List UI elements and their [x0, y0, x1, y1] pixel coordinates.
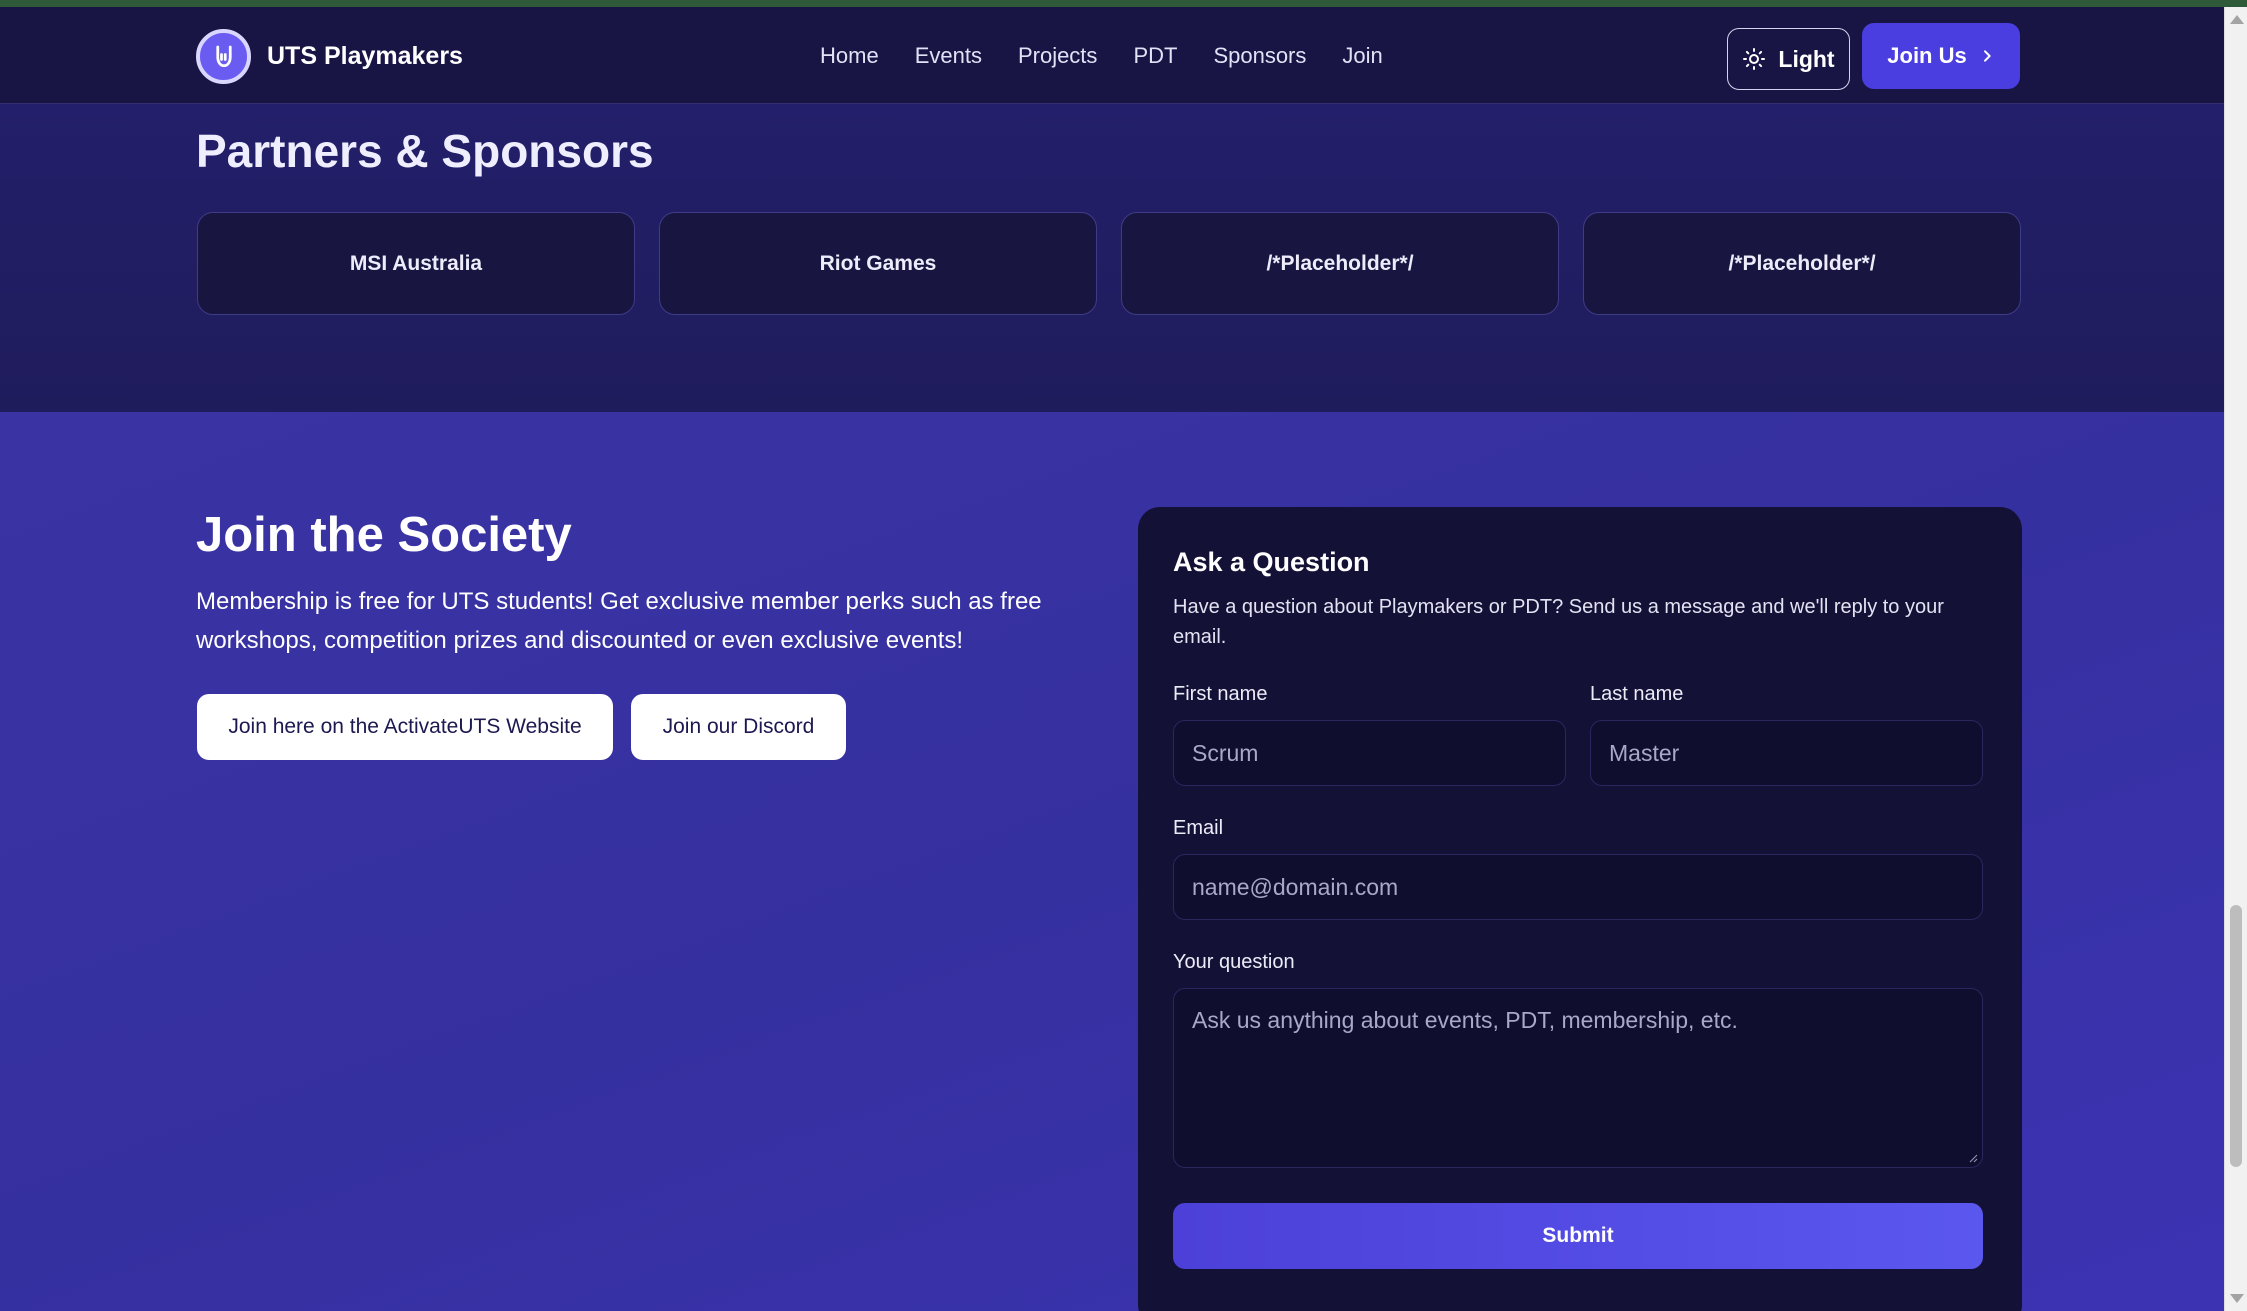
first-name-label: First name	[1173, 683, 1268, 705]
question-placeholder: Ask us anything about events, PDT, membe…	[1192, 1007, 1738, 1033]
sponsor-name: /*Placeholder*/	[1728, 251, 1876, 275]
sun-icon	[1743, 48, 1766, 70]
discord-button-label: Join our Discord	[662, 715, 815, 738]
sponsor-name: Riot Games	[819, 251, 937, 275]
sponsor-card[interactable]: MSI Australia	[197, 212, 635, 315]
sponsor-card[interactable]: /*Placeholder*/	[1583, 212, 2021, 315]
question-label: Your question	[1173, 951, 1295, 973]
submit-button[interactable]: Submit	[1173, 1203, 1983, 1269]
email-placeholder: name@domain.com	[1192, 873, 1399, 900]
activateuts-button-label: Join here on the ActivateUTS Website	[228, 715, 582, 738]
nav-events[interactable]: Events	[915, 43, 982, 69]
discord-button[interactable]: Join our Discord	[631, 694, 846, 760]
form-description: Have a question about Playmakers or PDT?…	[1173, 596, 1944, 648]
activateuts-button[interactable]: Join here on the ActivateUTS Website	[197, 694, 613, 760]
first-name-placeholder: Scrum	[1192, 739, 1259, 766]
theme-toggle-label: Light	[1778, 45, 1835, 72]
scroll-up-arrow-icon[interactable]	[2230, 15, 2244, 24]
question-textarea[interactable]: Ask us anything about events, PDT, membe…	[1173, 988, 1983, 1168]
question-form: Ask a Question Have a question about Pla…	[1138, 507, 2022, 1311]
nav-sponsors[interactable]: Sponsors	[1213, 43, 1306, 69]
join-title: Join the Society	[196, 508, 572, 562]
sponsor-card[interactable]: /*Placeholder*/	[1121, 212, 1559, 315]
nav-home[interactable]: Home	[820, 43, 879, 69]
nav-join[interactable]: Join	[1342, 43, 1382, 69]
scroll-down-arrow-icon[interactable]	[2230, 1294, 2244, 1303]
nav-pdt[interactable]: PDT	[1133, 43, 1177, 69]
form-title: Ask a Question	[1173, 547, 1370, 577]
main-nav: Home Events Projects PDT Sponsors Join	[820, 7, 1383, 104]
email-field[interactable]: name@domain.com	[1173, 854, 1983, 920]
first-name-field[interactable]: Scrum	[1173, 720, 1566, 786]
join-description: Membership is free for UTS students! Get…	[196, 588, 1042, 654]
brand[interactable]: UTS Playmakers	[196, 29, 463, 84]
email-label: Email	[1173, 817, 1224, 839]
page: UTS Playmakers Home Events Projects PDT …	[0, 0, 2247, 1311]
chevron-right-icon	[1983, 50, 1991, 62]
submit-label: Submit	[1542, 1224, 1614, 1247]
last-name-label: Last name	[1590, 683, 1684, 705]
sponsor-card[interactable]: Riot Games	[659, 212, 1097, 315]
sponsor-name: MSI Australia	[349, 251, 483, 275]
join-us-button[interactable]: Join Us	[1862, 23, 2020, 89]
nav-projects[interactable]: Projects	[1018, 43, 1097, 69]
partners-section: Partners & Sponsors MSI Australia Riot G…	[0, 104, 2224, 412]
join-us-label: Join Us	[1887, 43, 1967, 68]
partners-title: Partners & Sponsors	[196, 125, 654, 177]
vertical-scrollbar[interactable]	[2224, 7, 2247, 1311]
scrollbar-thumb[interactable]	[2230, 905, 2242, 1167]
site-header: UTS Playmakers Home Events Projects PDT …	[0, 7, 2224, 104]
window-top-strip	[0, 0, 2247, 7]
resize-handle-icon[interactable]	[1968, 1153, 1978, 1163]
join-section: Join the Society Membership is free for …	[0, 412, 2224, 1311]
sponsor-name: /*Placeholder*/	[1266, 251, 1414, 275]
last-name-field[interactable]: Master	[1590, 720, 1983, 786]
rock-hand-icon	[196, 29, 251, 84]
theme-toggle-button[interactable]: Light	[1727, 28, 1850, 90]
last-name-placeholder: Master	[1609, 739, 1680, 766]
brand-name: UTS Playmakers	[267, 42, 463, 70]
